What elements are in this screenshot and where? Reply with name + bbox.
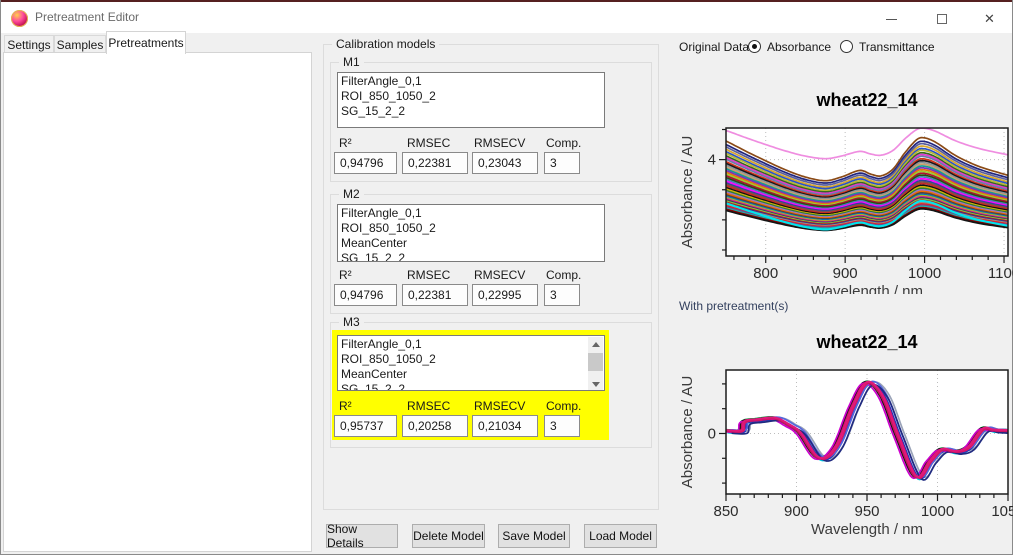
title-bar: Pretreatment Editor ✕ bbox=[1, 0, 1012, 33]
svg-text:1100: 1100 bbox=[988, 265, 1013, 282]
r2-header: R² bbox=[339, 268, 352, 282]
rmsec-header: RMSEC bbox=[407, 399, 450, 413]
pretreatments-tab-page bbox=[3, 52, 312, 552]
svg-text:1050: 1050 bbox=[991, 503, 1013, 520]
m3-rmsecv-field[interactable]: 0,21034 bbox=[472, 415, 538, 437]
tab-settings[interactable]: Settings bbox=[4, 35, 54, 53]
scroll-down-icon[interactable] bbox=[588, 377, 603, 391]
window-title: Pretreatment Editor bbox=[35, 10, 139, 24]
tab-samples[interactable]: Samples bbox=[54, 35, 106, 53]
rmsec-header: RMSEC bbox=[407, 268, 450, 282]
list-item[interactable]: FilterAngle_0,1 bbox=[338, 206, 604, 221]
list-item[interactable]: SG_15_2_2 bbox=[338, 251, 604, 262]
comp-header: Comp. bbox=[546, 136, 581, 150]
save-model-button[interactable]: Save Model bbox=[498, 524, 570, 548]
m1-r2-field[interactable]: 0,94796 bbox=[334, 152, 397, 174]
svg-text:Absorbance / AU: Absorbance / AU bbox=[679, 376, 696, 489]
svg-text:1000: 1000 bbox=[908, 265, 941, 282]
show-details-button[interactable]: Show Details bbox=[326, 524, 398, 548]
original-data-label: Original Data bbox=[679, 40, 749, 54]
with-pretreatments-label: With pretreatment(s) bbox=[679, 299, 788, 313]
list-item[interactable]: MeanCenter bbox=[338, 236, 604, 251]
m1-rmsecv-field[interactable]: 0,23043 bbox=[472, 152, 538, 174]
m3-rmsec-field[interactable]: 0,20258 bbox=[402, 415, 468, 437]
svg-text:Wavelength / nm: Wavelength / nm bbox=[811, 283, 923, 294]
m3-comp-field[interactable]: 3 bbox=[544, 415, 580, 437]
rmsecv-header: RMSECV bbox=[474, 268, 525, 282]
svg-text:900: 900 bbox=[784, 503, 809, 520]
svg-text:Wavelength / nm: Wavelength / nm bbox=[811, 521, 923, 538]
model-m1-steps-listbox[interactable]: FilterAngle_0,1ROI_850_1050_2SG_15_2_2 bbox=[337, 72, 605, 128]
radio-transmittance[interactable] bbox=[840, 40, 853, 53]
app-icon bbox=[11, 10, 28, 27]
m3-r2-field[interactable]: 0,95737 bbox=[334, 415, 397, 437]
close-button[interactable]: ✕ bbox=[967, 4, 1012, 34]
maximize-icon bbox=[937, 14, 947, 24]
list-item[interactable]: SG_15_2_2 bbox=[338, 382, 604, 391]
rmsecv-header: RMSECV bbox=[474, 399, 525, 413]
maximize-button[interactable] bbox=[919, 4, 964, 34]
comp-header: Comp. bbox=[546, 399, 581, 413]
svg-text:Absorbance / AU: Absorbance / AU bbox=[679, 136, 696, 249]
model-m3-steps-listbox[interactable]: FilterAngle_0,1ROI_850_1050_2MeanCenterS… bbox=[337, 335, 605, 391]
close-icon: ✕ bbox=[984, 11, 995, 27]
m2-rmsecv-field[interactable]: 0,22995 bbox=[472, 284, 538, 306]
svg-text:wheat22_14: wheat22_14 bbox=[815, 90, 917, 110]
model-m2-steps-listbox[interactable]: FilterAngle_0,1ROI_850_1050_2MeanCenterS… bbox=[337, 204, 605, 262]
radio-absorbance[interactable] bbox=[748, 40, 761, 53]
comp-header: Comp. bbox=[546, 268, 581, 282]
radio-transmittance-label: Transmittance bbox=[859, 40, 935, 54]
minimize-button[interactable] bbox=[869, 4, 914, 34]
svg-text:0: 0 bbox=[708, 425, 716, 442]
m2-r2-field[interactable]: 0,94796 bbox=[334, 284, 397, 306]
r2-header: R² bbox=[339, 399, 352, 413]
radio-absorbance-label: Absorbance bbox=[767, 40, 831, 54]
list-item[interactable]: ROI_850_1050_2 bbox=[338, 352, 604, 367]
rmsec-header: RMSEC bbox=[407, 136, 450, 150]
list-item[interactable]: ROI_850_1050_2 bbox=[338, 221, 604, 236]
model-name: M1 bbox=[339, 55, 364, 69]
model-name: M2 bbox=[339, 187, 364, 201]
svg-text:850: 850 bbox=[713, 503, 738, 520]
svg-text:950: 950 bbox=[854, 503, 879, 520]
svg-text:wheat22_14: wheat22_14 bbox=[815, 332, 917, 352]
list-item[interactable]: MeanCenter bbox=[338, 367, 604, 382]
rmsecv-header: RMSECV bbox=[474, 136, 525, 150]
list-item[interactable]: SG_15_2_2 bbox=[338, 104, 604, 119]
list-item[interactable]: ROI_850_1050_2 bbox=[338, 89, 604, 104]
svg-text:900: 900 bbox=[833, 265, 858, 282]
m2-comp-field[interactable]: 3 bbox=[544, 284, 580, 306]
list-item[interactable]: FilterAngle_0,1 bbox=[338, 337, 604, 352]
scroll-up-icon[interactable] bbox=[588, 337, 603, 351]
original-spectra-chart: 800 900 1000 1100 4 wheat22_14 Wavelength / nm… bbox=[679, 78, 1013, 294]
r2-header: R² bbox=[339, 136, 352, 150]
pretreated-spectra-chart: 850 900 950 1000 1050 0 wheat22_14 Wavelength /… bbox=[679, 320, 1013, 538]
load-model-button[interactable]: Load Model bbox=[584, 524, 657, 548]
m2-rmsec-field[interactable]: 0,22381 bbox=[402, 284, 468, 306]
minimize-icon bbox=[886, 19, 897, 20]
model-name: M3 bbox=[339, 315, 364, 329]
list-item[interactable]: FilterAngle_0,1 bbox=[338, 74, 604, 89]
scrollbar-thumb[interactable] bbox=[588, 353, 603, 371]
m1-comp-field[interactable]: 3 bbox=[544, 152, 580, 174]
m1-rmsec-field[interactable]: 0,22381 bbox=[402, 152, 468, 174]
delete-model-button[interactable]: Delete Model bbox=[412, 524, 485, 548]
svg-text:1000: 1000 bbox=[921, 503, 954, 520]
tab-pretreatments[interactable]: Pretreatments bbox=[106, 31, 186, 54]
svg-text:4: 4 bbox=[708, 152, 716, 169]
calibration-models-title: Calibration models bbox=[332, 37, 439, 51]
listbox-scrollbar[interactable] bbox=[588, 337, 603, 391]
pretreatment-editor-window: Pretreatment Editor ✕ Settings Samples P… bbox=[0, 0, 1013, 555]
svg-text:800: 800 bbox=[753, 265, 778, 282]
